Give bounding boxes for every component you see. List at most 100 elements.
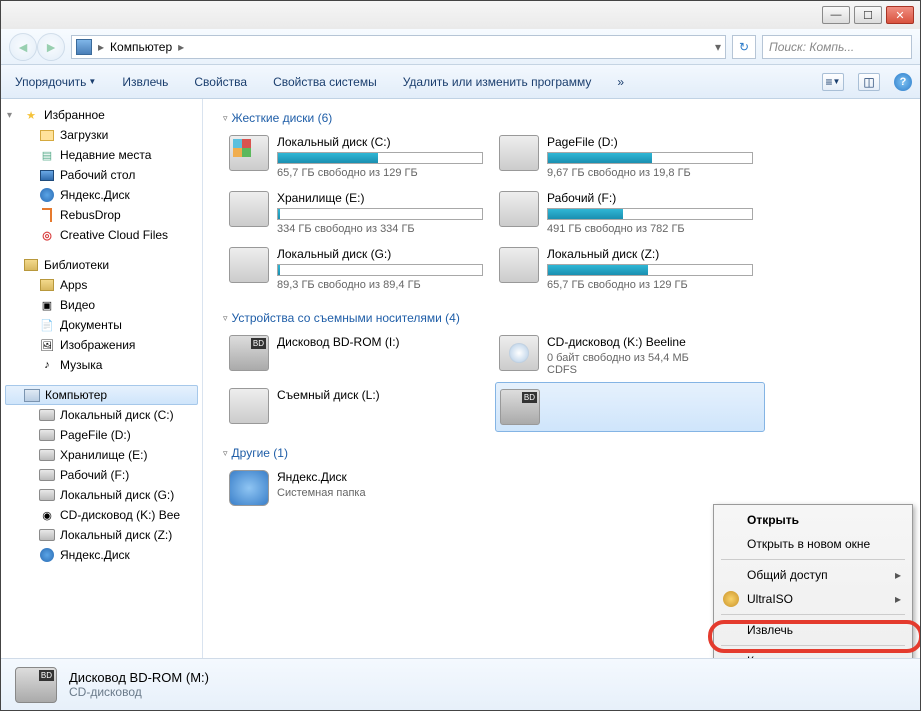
help-button[interactable]: ? [894, 73, 912, 91]
drive-e[interactable]: Хранилище (E:)334 ГБ свободно из 334 ГБ [225, 185, 495, 241]
sidebar-item-label: Хранилище (E:) [60, 448, 147, 462]
drive-icon [499, 135, 539, 171]
eject-button[interactable]: Извлечь [116, 71, 174, 93]
preview-pane-button[interactable]: ◫ [858, 73, 880, 91]
back-button[interactable]: ◄ [9, 33, 37, 61]
drive-icon [39, 527, 55, 543]
chevron-right-icon: ▸ [96, 40, 106, 54]
ultraiso-icon [723, 591, 739, 607]
capacity-bar [277, 152, 483, 164]
drive-icon [39, 447, 55, 463]
sidebar-favorites[interactable]: ▾★Избранное [1, 105, 202, 125]
drive-icon [229, 135, 269, 171]
desktop-icon [39, 167, 55, 183]
sidebar-item-label: Загрузки [60, 128, 108, 142]
drive-icon [499, 247, 539, 283]
context-share[interactable]: Общий доступ [717, 563, 909, 587]
sidebar-item-downloads[interactable]: Загрузки [1, 125, 202, 145]
folder-icon [39, 127, 55, 143]
sidebar-item-drive-g[interactable]: Локальный диск (G:) [1, 485, 202, 505]
drive-c[interactable]: Локальный диск (C:)65,7 ГБ свободно из 1… [225, 129, 495, 185]
sidebar-item-label: Изображения [60, 338, 135, 352]
sidebar-computer[interactable]: Компьютер [5, 385, 198, 405]
bd-drive-icon [229, 335, 269, 371]
view-button[interactable]: ≡ ▼ [822, 73, 844, 91]
chevron-down-icon[interactable]: ▾ [715, 40, 721, 54]
sidebar-item-drive-c[interactable]: Локальный диск (C:) [1, 405, 202, 425]
address-bar: ◄ ► ▸ Компьютер ▸ ▾ ↻ Поиск: Компь... [1, 29, 920, 65]
sidebar-item-label: Локальный диск (C:) [60, 408, 174, 422]
music-icon: ♪ [39, 357, 55, 373]
section-header-other[interactable]: ▿Другие (1) [207, 442, 920, 464]
drive-cd-k[interactable]: CD-дисковод (K:) Beeline0 байт свободно … [495, 329, 765, 382]
capacity-bar [547, 208, 753, 220]
titlebar: — ☐ ✕ [1, 1, 920, 29]
rebusdrop-icon [39, 207, 55, 223]
search-input[interactable]: Поиск: Компь... [762, 35, 912, 59]
drive-bd-i[interactable]: Дисковод BD-ROM (I:) [225, 329, 495, 382]
context-ultraiso[interactable]: UltraISO [717, 587, 909, 611]
drive-icon [229, 247, 269, 283]
system-properties-button[interactable]: Свойства системы [267, 71, 383, 93]
sidebar-item-documents[interactable]: 📄Документы [1, 315, 202, 335]
drive-bd-m-selected[interactable] [495, 382, 765, 432]
sidebar-item-drive-e[interactable]: Хранилище (E:) [1, 445, 202, 465]
close-button[interactable]: ✕ [886, 6, 914, 24]
sidebar-item-drive-z[interactable]: Локальный диск (Z:) [1, 525, 202, 545]
sidebar-item-creativecloud[interactable]: ◎Creative Cloud Files [1, 225, 202, 245]
drive-name: Дисковод BD-ROM (I:) [277, 335, 483, 349]
sidebar-item-pictures[interactable]: 🖼 Изображения [1, 335, 202, 355]
section-header-hdd[interactable]: ▿Жесткие диски (6) [207, 107, 920, 129]
drive-yandexdisk[interactable]: Яндекс.ДискСистемная папка [225, 464, 495, 512]
drive-icon [39, 407, 55, 423]
properties-button[interactable]: Свойства [188, 71, 253, 93]
sidebar-item-recent[interactable]: ▤Недавние места [1, 145, 202, 165]
breadcrumb[interactable]: ▸ Компьютер ▸ ▾ [71, 35, 726, 59]
forward-button[interactable]: ► [37, 33, 65, 61]
uninstall-button[interactable]: Удалить или изменить программу [397, 71, 598, 93]
capacity-bar [547, 264, 753, 276]
sidebar-item-label: Apps [60, 278, 87, 292]
capacity-bar [277, 208, 483, 220]
drive-icon [39, 427, 55, 443]
organize-button[interactable]: Упорядочить ▼ [9, 71, 102, 93]
sidebar-item-yandexdisk-drive[interactable]: Яндекс.Диск [1, 545, 202, 565]
breadcrumb-label[interactable]: Компьютер [110, 40, 172, 54]
yandex-disk-icon [39, 547, 55, 563]
context-open-new[interactable]: Открыть в новом окне [717, 532, 909, 556]
drive-free: 65,7 ГБ свободно из 129 ГБ [547, 279, 753, 291]
sidebar-item-drive-k[interactable]: ◉CD-дисковод (K:) Bee [1, 505, 202, 525]
drive-g[interactable]: Локальный диск (G:)89,3 ГБ свободно из 8… [225, 241, 495, 297]
sidebar-item-yandexdisk[interactable]: Яндекс.Диск [1, 185, 202, 205]
toolbar-overflow[interactable]: » [611, 71, 630, 93]
minimize-button[interactable]: — [822, 6, 850, 24]
sidebar-item-rebusdrop[interactable]: RebusDrop [1, 205, 202, 225]
drive-free: 89,3 ГБ свободно из 89,4 ГБ [277, 279, 483, 291]
refresh-button[interactable]: ↻ [732, 35, 756, 59]
sidebar-item-apps[interactable]: Apps [1, 275, 202, 295]
capacity-bar [277, 264, 483, 276]
section-header-removable[interactable]: ▿Устройства со съемными носителями (4) [207, 307, 920, 329]
drive-z[interactable]: Локальный диск (Z:)65,7 ГБ свободно из 1… [495, 241, 765, 297]
sidebar-item-drive-f[interactable]: Рабочий (F:) [1, 465, 202, 485]
context-open[interactable]: Открыть [717, 508, 909, 532]
maximize-button[interactable]: ☐ [854, 6, 882, 24]
drive-f[interactable]: Рабочий (F:)491 ГБ свободно из 782 ГБ [495, 185, 765, 241]
chevron-down-icon: ▼ [88, 77, 96, 86]
sidebar-libraries[interactable]: Библиотеки [1, 255, 202, 275]
sidebar-item-videos[interactable]: ▣Видео [1, 295, 202, 315]
recent-icon: ▤ [39, 147, 55, 163]
sidebar-item-desktop[interactable]: Рабочий стол [1, 165, 202, 185]
sidebar-item-drive-d[interactable]: PageFile (D:) [1, 425, 202, 445]
navigation-pane: ▾★Избранное Загрузки ▤Недавние места Раб… [1, 99, 203, 659]
pictures-icon: 🖼 [39, 337, 55, 353]
library-icon [39, 277, 55, 293]
computer-icon [76, 39, 92, 55]
context-eject[interactable]: Извлечь [717, 618, 909, 642]
sidebar-item-label: Музыка [60, 358, 102, 372]
drive-d[interactable]: PageFile (D:)9,67 ГБ свободно из 19,8 ГБ [495, 129, 765, 185]
drive-free: 491 ГБ свободно из 782 ГБ [547, 223, 753, 235]
search-placeholder: Поиск: Компь... [769, 40, 854, 54]
sidebar-item-music[interactable]: ♪ Музыка [1, 355, 202, 375]
drive-removable-l[interactable]: Съемный диск (L:) [225, 382, 495, 432]
